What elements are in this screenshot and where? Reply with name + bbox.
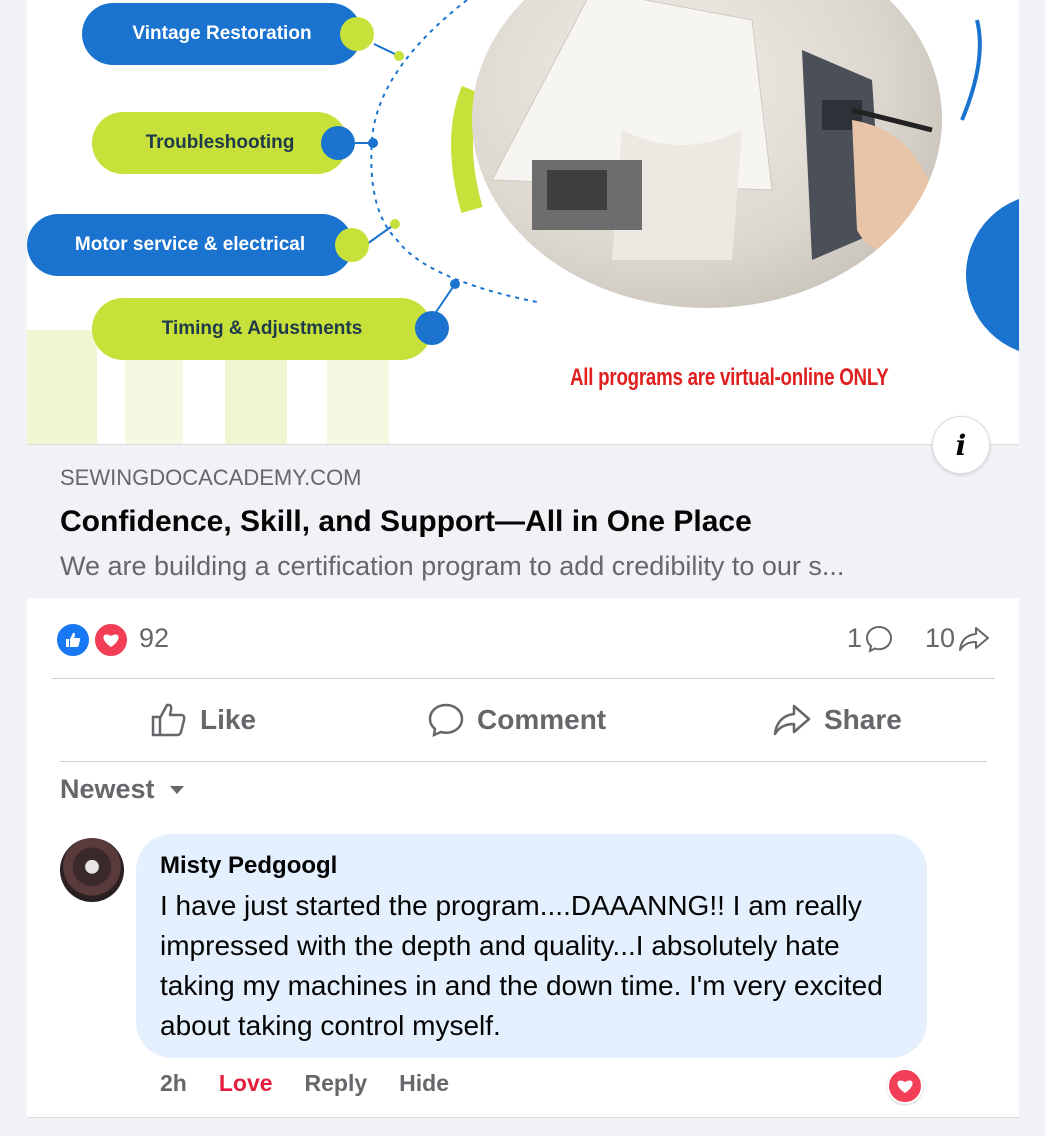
info-icon: i	[955, 428, 967, 462]
like-icon[interactable]	[55, 622, 91, 658]
shares-count-value: 10	[925, 623, 956, 653]
comment-button[interactable]: Comment	[427, 680, 606, 760]
link-title[interactable]: Confidence, Skill, and Support—All in On…	[60, 505, 752, 539]
thumbs-up-icon	[151, 703, 186, 737]
comment-bubble-icon	[428, 703, 464, 738]
divider	[52, 678, 995, 679]
comment-bubble-icon	[866, 625, 893, 653]
comment-timestamp[interactable]: 2h	[160, 1070, 187, 1097]
thumbs-up-icon	[66, 632, 81, 647]
reactions-count[interactable]: 92	[139, 623, 169, 654]
reactions-summary: 92 1 10	[27, 598, 1019, 678]
divider	[27, 1117, 1019, 1118]
shares-count[interactable]: 10	[925, 623, 991, 654]
service-label: Vintage Restoration	[132, 23, 312, 44]
post-card: Vintage Restoration Troubleshooting Moto…	[27, 0, 1019, 1118]
link-domain: SEWINGDOCACADEMY.COM	[60, 465, 362, 490]
heart-icon	[103, 634, 119, 647]
comment-hide-button[interactable]: Hide	[399, 1070, 449, 1097]
service-dot	[415, 311, 449, 345]
love-icon[interactable]	[887, 1068, 923, 1104]
love-icon[interactable]	[93, 622, 129, 658]
service-dot	[335, 228, 369, 262]
share-button-label: Share	[824, 704, 902, 735]
comment-sort-label: Newest	[60, 774, 155, 804]
link-preview[interactable]: SEWINGDOCACADEMY.COM Confidence, Skill, …	[27, 445, 1019, 598]
comment-love-button[interactable]: Love	[219, 1070, 273, 1097]
share-button[interactable]: Share	[772, 680, 902, 760]
avatar[interactable]	[60, 838, 124, 902]
service-dot	[340, 17, 374, 51]
service-pill-timing-adjustments: Timing & Adjustments	[92, 298, 432, 360]
ad-image[interactable]: Vintage Restoration Troubleshooting Moto…	[27, 0, 1019, 445]
like-button[interactable]: Like	[150, 680, 256, 760]
ad-caption: All programs are virtual-online ONLY	[570, 364, 889, 391]
comments-count[interactable]: 1	[847, 623, 894, 654]
comment-author[interactable]: Misty Pedgoogl	[160, 852, 337, 880]
service-pill-motor-service: Motor service & electrical	[27, 214, 353, 276]
caret-down-icon	[169, 785, 184, 794]
divider	[60, 761, 987, 762]
comment-sort-dropdown[interactable]: Newest	[60, 774, 185, 805]
comment-bubble: Misty Pedgoogl I have just started the p…	[136, 834, 927, 1058]
like-button-label: Like	[200, 704, 257, 735]
comment-reply-button[interactable]: Reply	[305, 1070, 368, 1097]
comment-text: I have just started the program....DAAAN…	[160, 890, 883, 1041]
share-arrow-icon	[773, 704, 811, 736]
comments-count-value: 1	[847, 623, 863, 653]
service-label: Troubleshooting	[145, 132, 295, 153]
service-dot	[321, 126, 355, 160]
service-label: Motor service & electrical	[74, 234, 306, 255]
share-arrow-icon	[959, 626, 990, 651]
service-label: Timing & Adjustments	[161, 318, 363, 339]
comment-button-label: Comment	[477, 704, 607, 735]
service-pill-troubleshooting: Troubleshooting	[92, 112, 348, 174]
service-pill-vintage-restoration: Vintage Restoration	[82, 3, 362, 65]
heart-icon	[897, 1080, 913, 1093]
link-description: We are building a certification program …	[60, 551, 845, 581]
comment-actions: 2h Love Reply Hide	[160, 1070, 449, 1097]
ad-info-button[interactable]: i	[932, 416, 990, 474]
